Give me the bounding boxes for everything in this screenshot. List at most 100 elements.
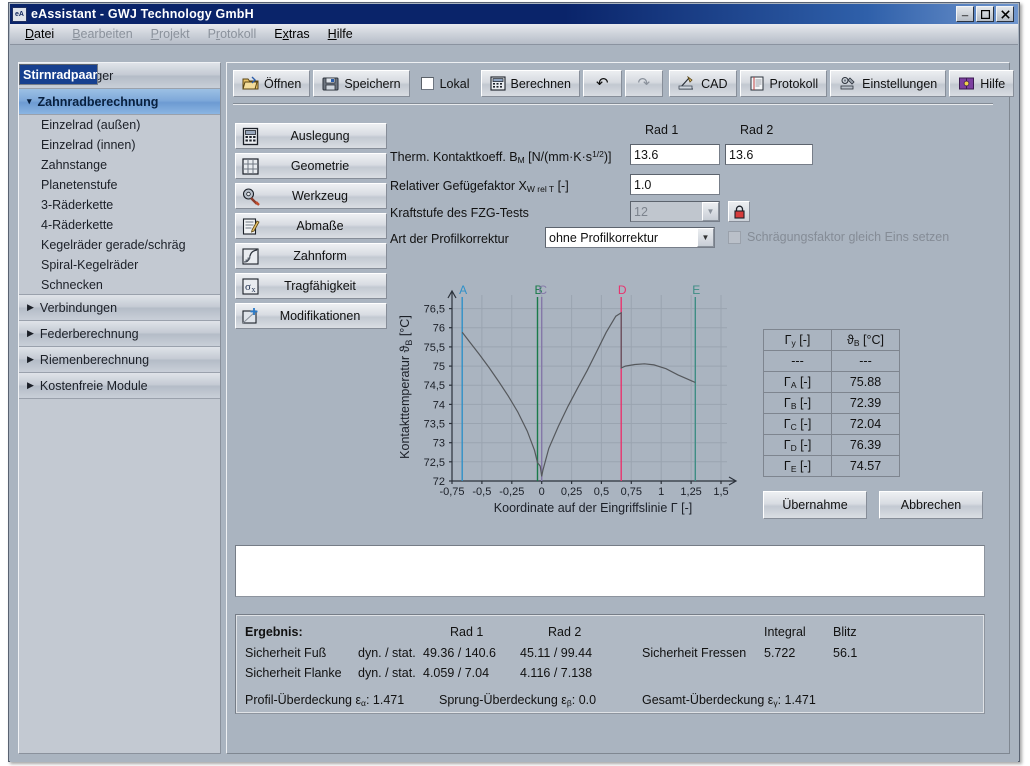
therm-kontaktkoeff-rad1-input[interactable]: 13.6 [630,144,720,165]
svg-text:73: 73 [433,438,445,450]
main-panel: Öffnen Speichern Lokal Berechnen ↶ ↷ CAD… [226,62,1015,754]
svg-text:75,5: 75,5 [424,342,445,354]
table-header-gamma: Γy [-] [763,329,832,351]
result-profil-ueberdeckung: Profil-Überdeckung εα: 1.471 [245,693,404,708]
tab-modifikationen[interactable]: Modifikationen [235,303,387,329]
tab-geometrie[interactable]: Geometrie [235,153,387,179]
result-col-blitz: Blitz [833,625,857,639]
row-therm-kontaktkoeff: Therm. Kontaktkoeff. BM [N/(mm·K·s1/2)] … [390,143,990,173]
cancel-button[interactable]: Abbrechen [879,491,983,519]
lock-button[interactable] [728,201,750,222]
redo-button[interactable]: ↷ [624,70,664,97]
help-button-label: Hilfe [980,76,1006,91]
fzg-kraftstufe-value: 12 [634,204,648,219]
protocol-button[interactable]: Protokoll [739,70,828,97]
sidebar-group-zahnradberechnung[interactable]: ▾ Zahnradberechnung [19,89,220,115]
row-label: ΓE [-] [763,455,832,477]
sidebar-group-label: Zahnradberechnung [37,94,159,109]
sidebar-item-kegelraeder[interactable]: Kegelräder gerade/schräg [19,235,220,255]
chevron-down-icon[interactable]: ▼ [697,228,714,247]
table-header-row: Γy [-] ϑB [°C] [763,329,900,351]
tab-zahnform[interactable]: Zahnform [235,243,387,269]
row-label: ΓB [-] [763,392,832,414]
result-flanke-rad1: 4.059 / 7.04 [423,666,490,680]
settings-button-label: Einstellungen [862,76,938,91]
calculate-button[interactable]: Berechnen [480,70,580,97]
result-sprung-ueberdeckung: Sprung-Überdeckung εβ: 0.0 [439,693,596,708]
sidebar-item-spiral-kegelraeder[interactable]: Spiral-Kegelräder [19,255,220,275]
sidebar-item-3-raederkette[interactable]: 3-Räderkette [19,195,220,215]
sidebar-item-planetenstufe[interactable]: Planetenstufe [19,175,220,195]
svg-text:x: x [252,285,256,294]
chevron-down-icon: ▼ [702,202,719,221]
sidebar-item-zahnstange[interactable]: Zahnstange [19,155,220,175]
table-row: ΓB [-] 72.39 [763,392,900,414]
tab-werkzeug[interactable]: Werkzeug [235,183,387,209]
sidebar-item-stirnradpaar[interactable]: Stirnradpaar [19,64,99,85]
open-button[interactable]: Öffnen [233,70,311,97]
accept-button[interactable]: Übernahme [763,491,867,519]
toolbar: Öffnen Speichern Lokal Berechnen ↶ ↷ CAD… [233,69,1015,98]
gear-tool-icon [241,187,260,206]
sidebar-item-einzelrad-innen[interactable]: Einzelrad (innen) [19,135,220,155]
local-checkbox[interactable]: Lokal [413,70,478,97]
tab-abmasse[interactable]: Abmaße [235,213,387,239]
sidebar-item-schnecken[interactable]: Schnecken [19,275,220,295]
row-value: 74.57 [831,455,900,477]
svg-text:73,5: 73,5 [424,419,445,431]
checkbox-box[interactable] [420,77,434,90]
result-gesamt-ueberdeckung: Gesamt-Überdeckung εγ: 1.471 [642,693,816,708]
calculate-button-label: Berechnen [510,76,571,91]
menu-hilfe[interactable]: Hilfe [319,25,362,43]
label-sub: M [517,155,525,165]
result-fuss-rad1: 49.36 / 140.6 [423,646,496,660]
tab-tragfaehigkeit[interactable]: σx Tragfähigkeit [235,273,387,299]
sidebar-group-riemenberechnung[interactable]: ▶ Riemenberechnung [19,347,220,373]
folder-open-icon [242,76,259,90]
window-controls: _ [956,6,1016,22]
table-header-theta: ϑB [°C] [831,329,900,351]
sidebar-item-4-raederkette[interactable]: 4-Räderkette [19,215,220,235]
therm-kontaktkoeff-rad2-input[interactable]: 13.6 [725,144,813,165]
svg-text:0,75: 0,75 [621,486,642,498]
close-icon[interactable] [996,6,1014,22]
row-label: --- [763,350,832,372]
profilkorrektur-select[interactable]: ohne Profilkorrektur ▼ [545,227,715,248]
menu-extras[interactable]: Extras [265,25,318,43]
sidebar-group-kostenfreie-module[interactable]: ▶ Kostenfreie Module [19,373,220,399]
svg-text:-0,5: -0,5 [472,486,491,498]
svg-text:1,5: 1,5 [713,486,728,498]
sigma-x-icon: σx [241,277,260,296]
sidebar-item-label: Einzelrad (innen) [41,138,136,152]
sidebar: ▶ Welle / Lager ▾ Zahnradberechnung Einz… [18,62,221,754]
settings-button[interactable]: Einstellungen [830,70,947,97]
menu-datei[interactable]: Datei [16,25,63,43]
label-sup: 1/2 [592,149,604,159]
local-checkbox-label: Lokal [439,76,470,91]
chart-yaxis-label: Kontakttemperatur ϑB [°C] [398,315,414,459]
svg-text:76: 76 [433,323,445,335]
undo-button[interactable]: ↶ [582,70,622,97]
result-fuss-label: Sicherheit Fuß [245,646,327,660]
row-fzg-kraftstufe: Kraftstufe des FZG-Tests 12 ▼ [390,200,990,226]
gefuegefaktor-input[interactable]: 1.0 [630,174,720,195]
maximize-icon[interactable] [976,6,994,22]
result-fressen-integral: 5.722 [764,646,796,660]
svg-text:0: 0 [539,486,545,498]
sidebar-group-verbindungen[interactable]: ▶ Verbindungen [19,295,220,321]
chevron-right-icon: ▶ [27,328,34,338]
minimize-icon[interactable]: _ [956,6,974,22]
label-part: Relativer Gefügefaktor X [390,179,527,193]
parameter-form: Rad 1 Rad 2 Therm. Kontaktkoeff. BM [N/(… [390,123,990,252]
svg-text:σ: σ [245,281,251,293]
help-button[interactable]: Hilfe [949,70,1015,97]
tab-auslegung[interactable]: Auslegung [235,123,387,149]
save-button[interactable]: Speichern [313,70,410,97]
cad-button[interactable]: CAD [669,70,737,97]
chart-xaxis-label: Koordinate auf der Eingriffslinie Γ [-] [494,501,692,515]
sidebar-group-federberechnung[interactable]: ▶ Federberechnung [19,321,220,347]
sidebar-item-label: Schnecken [41,277,103,292]
section-tab-column: Auslegung Geometrie Werkzeug Abmaße Zahn… [235,123,387,329]
sidebar-item-einzelrad-aussen[interactable]: Einzelrad (außen) [19,115,220,135]
sidebar-item-label: 3-Räderkette [41,198,114,212]
